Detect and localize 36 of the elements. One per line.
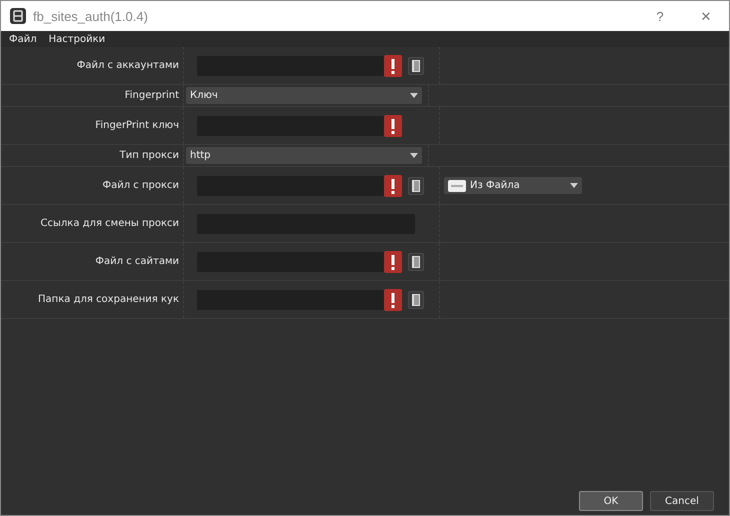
caret-icon bbox=[410, 153, 418, 158]
field-label: Файл с аккаунтами bbox=[76, 60, 179, 71]
field-label: Файл с прокси bbox=[102, 180, 179, 191]
field-label: FingerPrint ключ bbox=[95, 120, 179, 131]
browse-button[interactable] bbox=[408, 290, 424, 308]
dropdown[interactable]: Из Файла bbox=[444, 177, 582, 194]
door-icon bbox=[411, 58, 421, 72]
browse-button[interactable] bbox=[408, 56, 424, 74]
field-label: Файл с сайтами bbox=[95, 256, 179, 267]
input-field[interactable] bbox=[197, 252, 385, 272]
close-button[interactable]: ✕ bbox=[683, 1, 729, 31]
door-icon bbox=[411, 292, 421, 306]
input-field[interactable] bbox=[197, 56, 385, 76]
input-field[interactable] bbox=[197, 176, 385, 196]
keypad-icon bbox=[448, 180, 466, 192]
input-field[interactable] bbox=[197, 116, 385, 136]
browse-button[interactable] bbox=[408, 252, 424, 270]
menu-item[interactable]: Файл bbox=[9, 34, 37, 44]
app-icon bbox=[9, 7, 27, 25]
door-icon bbox=[411, 178, 421, 192]
dialog-button[interactable]: OK bbox=[579, 491, 643, 511]
help-button[interactable]: ? bbox=[637, 1, 683, 31]
door-icon bbox=[411, 254, 421, 268]
menu-item[interactable]: Настройки bbox=[48, 34, 106, 44]
field-label: Папка для сохранения кук bbox=[38, 294, 179, 305]
caret-icon bbox=[410, 93, 418, 98]
window-title: fb_sites_auth(1.0.4) bbox=[33, 8, 148, 24]
dropdown[interactable]: Ключ bbox=[186, 87, 422, 104]
browse-button[interactable] bbox=[408, 176, 424, 194]
field-label: Ссылка для смены прокси bbox=[40, 218, 179, 229]
caret-icon bbox=[570, 183, 578, 188]
field-label: Тип прокси bbox=[120, 150, 179, 161]
dialog-button[interactable]: Cancel bbox=[650, 491, 714, 511]
field-label: Fingerprint bbox=[124, 90, 179, 101]
dropdown[interactable]: http bbox=[186, 147, 422, 164]
input-field[interactable] bbox=[197, 290, 385, 310]
